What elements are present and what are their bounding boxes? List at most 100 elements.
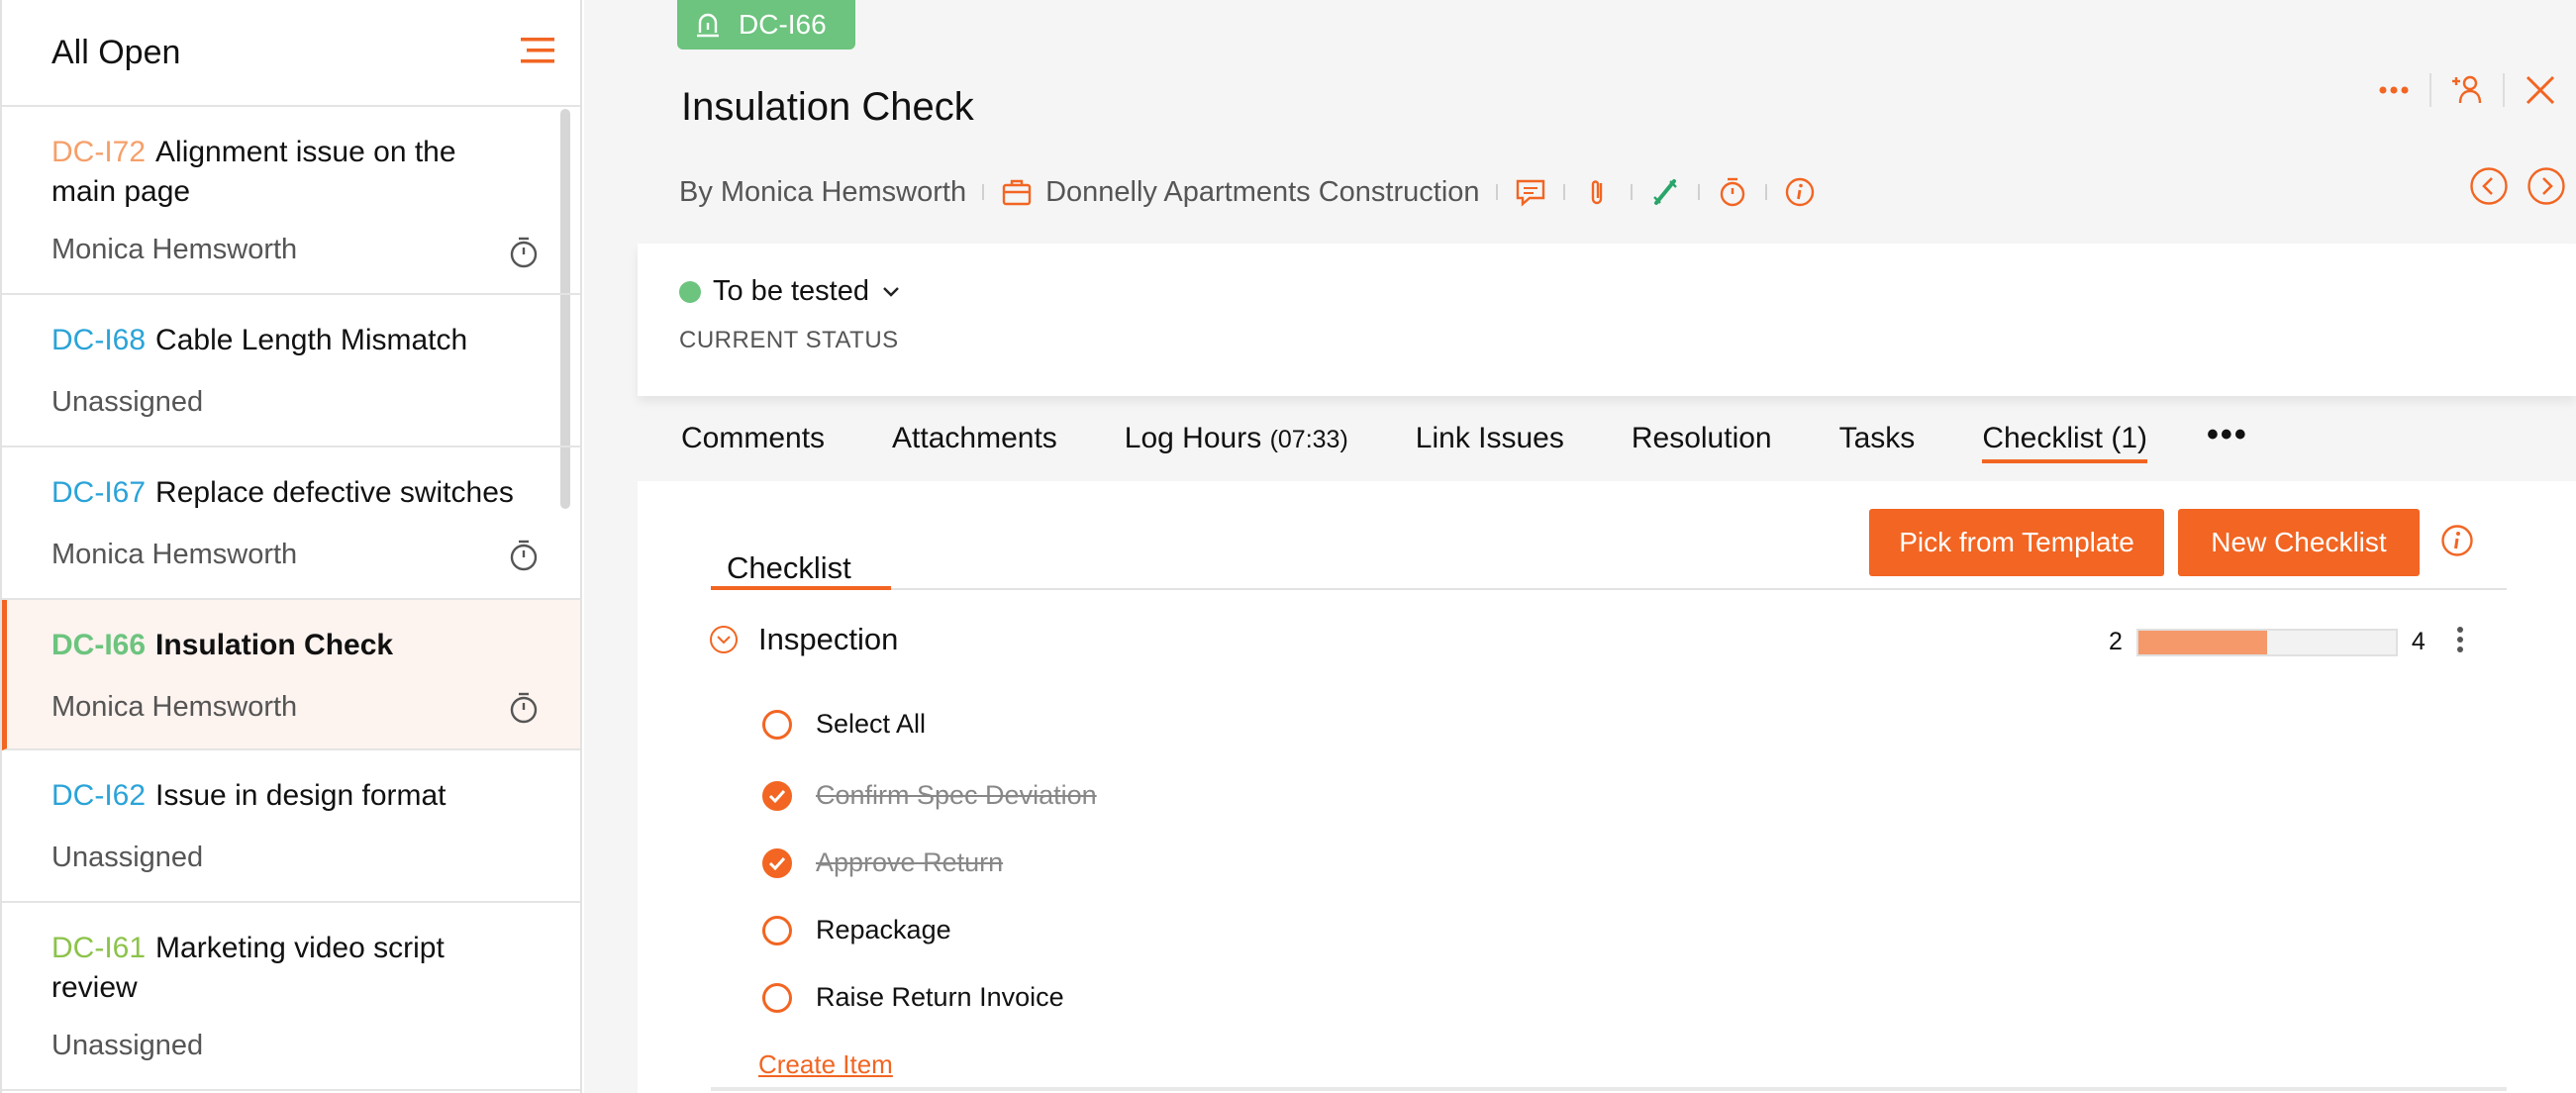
issue-list-item[interactable]: DC-I72 Alignment issue on the main page M… — [2, 107, 580, 295]
issue-item-name: Insulation Check — [155, 629, 394, 661]
checkbox-circle[interactable] — [762, 915, 792, 945]
follow-user-icon[interactable] — [2431, 65, 2503, 115]
checklist-heading-underline — [711, 586, 891, 590]
timer-icon[interactable] — [507, 539, 541, 572]
issue-list-item[interactable]: DC-I67 Replace defective switches Monica … — [2, 447, 580, 600]
briefcase-icon — [1002, 179, 1032, 206]
tab-attachments[interactable]: Attachments — [892, 414, 1057, 475]
issue-project-name: Donnelly Apartments Construction — [1045, 175, 1480, 208]
checklist-item[interactable]: Raise Return Invoice — [762, 982, 1064, 1013]
select-all-checkbox[interactable]: Select All — [762, 709, 926, 740]
comment-icon[interactable] — [1514, 175, 1547, 209]
issue-tabs: Comments Attachments Log Hours (07:33) L… — [681, 414, 2316, 483]
progress-done-count: 2 — [2109, 628, 2123, 655]
alarm-icon — [697, 13, 719, 38]
paperclip-icon[interactable] — [1581, 175, 1615, 209]
collapse-chevron-icon[interactable] — [709, 625, 739, 654]
issue-author: By Monica Hemsworth — [679, 175, 967, 208]
issue-title: Insulation Check — [681, 85, 974, 129]
check-icon — [768, 789, 786, 803]
issue-item-title: DC-I62 Issue in design format — [51, 776, 521, 816]
link-icon[interactable] — [1648, 175, 1682, 209]
tab-comments[interactable]: Comments — [681, 414, 825, 475]
checklist-group-header[interactable]: Inspection — [709, 622, 898, 657]
tab-more-menu[interactable]: ••• — [2207, 414, 2248, 475]
status-panel: To be tested CURRENT STATUS — [638, 244, 2576, 396]
issue-item-title: DC-I61 Marketing video script review — [51, 929, 521, 1008]
progress-bar-fill — [2137, 630, 2267, 654]
issue-list-item[interactable]: DC-I61 Marketing video script review Unas… — [2, 903, 580, 1091]
issue-navigation — [2469, 166, 2566, 206]
checklist-item[interactable]: Approve Return — [762, 847, 1003, 878]
issue-project[interactable]: Donnelly Apartments Construction — [1000, 175, 1480, 209]
close-icon[interactable] — [2505, 65, 2576, 115]
progress-bar — [2135, 628, 2398, 656]
tab-checklist[interactable]: Checklist (1) — [1982, 414, 2147, 475]
checklist-group-name: Inspection — [758, 622, 899, 656]
divider — [711, 1087, 2507, 1091]
more-options-icon[interactable] — [2358, 65, 2429, 115]
checklist-heading: Checklist — [727, 550, 851, 585]
pick-from-template-button[interactable]: Pick from Template — [1869, 509, 2164, 576]
issue-list-item[interactable]: DC-I68 Cable Length Mismatch Unassigned — [2, 295, 580, 447]
issue-list-item-selected[interactable]: DC-I66 Insulation Check Monica Hemsworth — [2, 600, 580, 750]
checkbox-circle[interactable] — [762, 709, 792, 740]
issue-item-code: DC-I61 — [51, 932, 147, 964]
checklist-item-label: Approve Return — [816, 847, 1004, 877]
issue-item-name: Cable Length Mismatch — [155, 324, 468, 356]
tab-log-hours-label: Log Hours — [1124, 422, 1262, 454]
checklist-item[interactable]: Confirm Spec Deviation — [762, 780, 1097, 811]
issue-id-badge: DC-I66 — [677, 0, 855, 50]
tab-tasks[interactable]: Tasks — [1839, 414, 1916, 475]
checklist-progress: 2 4 — [2109, 628, 2426, 656]
checkbox-circle[interactable] — [762, 982, 792, 1013]
info-icon[interactable] — [1783, 175, 1817, 209]
meta-divider — [1562, 184, 1565, 200]
status-dot — [679, 280, 701, 303]
status-label: CURRENT STATUS — [679, 327, 899, 353]
issue-item-code: DC-I62 — [51, 779, 147, 812]
sidebar-title: All Open — [51, 33, 181, 71]
meta-divider — [982, 184, 985, 200]
checklist-content: Checklist Pick from Template New Checkli… — [638, 481, 2576, 1093]
checkbox-checked[interactable] — [762, 847, 792, 878]
tab-link-issues[interactable]: Link Issues — [1416, 414, 1564, 475]
checklist-item[interactable]: Repackage — [762, 915, 951, 945]
issue-item-code: DC-I66 — [51, 629, 147, 661]
issue-item-title: DC-I72 Alignment issue on the main page — [51, 133, 521, 212]
status-dropdown[interactable]: To be tested — [679, 275, 901, 308]
issue-item-code: DC-I72 — [51, 136, 147, 168]
issue-id-text: DC-I66 — [739, 9, 827, 40]
issue-item-title: DC-I68 Cable Length Mismatch — [51, 321, 521, 360]
checklist-item-label: Raise Return Invoice — [816, 982, 1064, 1012]
new-checklist-button[interactable]: New Checklist — [2178, 509, 2420, 576]
tab-resolution[interactable]: Resolution — [1632, 414, 1772, 475]
timer-icon[interactable] — [507, 691, 541, 725]
tab-log-hours-count: (07:33) — [1269, 426, 1348, 453]
issue-item-assignee: Monica Hemsworth — [51, 234, 298, 265]
meta-divider — [1630, 184, 1633, 200]
tab-log-hours[interactable]: Log Hours (07:33) — [1125, 414, 1348, 475]
create-item-link[interactable]: Create Item — [758, 1049, 893, 1080]
checkbox-checked[interactable] — [762, 780, 792, 811]
issue-item-name: Replace defective switches — [155, 476, 514, 509]
issue-item-assignee: Monica Hemsworth — [51, 539, 298, 570]
info-icon[interactable] — [2439, 523, 2475, 558]
timer-icon[interactable] — [507, 236, 541, 269]
next-issue-icon[interactable] — [2526, 166, 2566, 206]
vertical-more-icon[interactable] — [2455, 626, 2465, 653]
previous-issue-icon[interactable] — [2469, 166, 2509, 206]
checklist-item-label: Repackage — [816, 915, 951, 944]
issue-item-title: DC-I66 Insulation Check — [51, 626, 521, 665]
timer-icon[interactable] — [1716, 175, 1749, 209]
issue-list-item[interactable]: DC-I62 Issue in design format Unassigned — [2, 750, 580, 903]
issue-item-assignee: Unassigned — [51, 1030, 204, 1061]
header-actions — [2358, 65, 2576, 115]
meta-divider — [1764, 184, 1767, 200]
divider — [711, 588, 2507, 590]
issue-list-sidebar: All Open DC-I72 Alignment issue on the ma… — [0, 0, 582, 1093]
filter-menu-icon[interactable] — [521, 36, 556, 70]
issue-item-assignee: Monica Hemsworth — [51, 691, 298, 723]
checklist-item-label: Confirm Spec Deviation — [816, 780, 1097, 810]
issue-item-code: DC-I67 — [51, 476, 147, 509]
